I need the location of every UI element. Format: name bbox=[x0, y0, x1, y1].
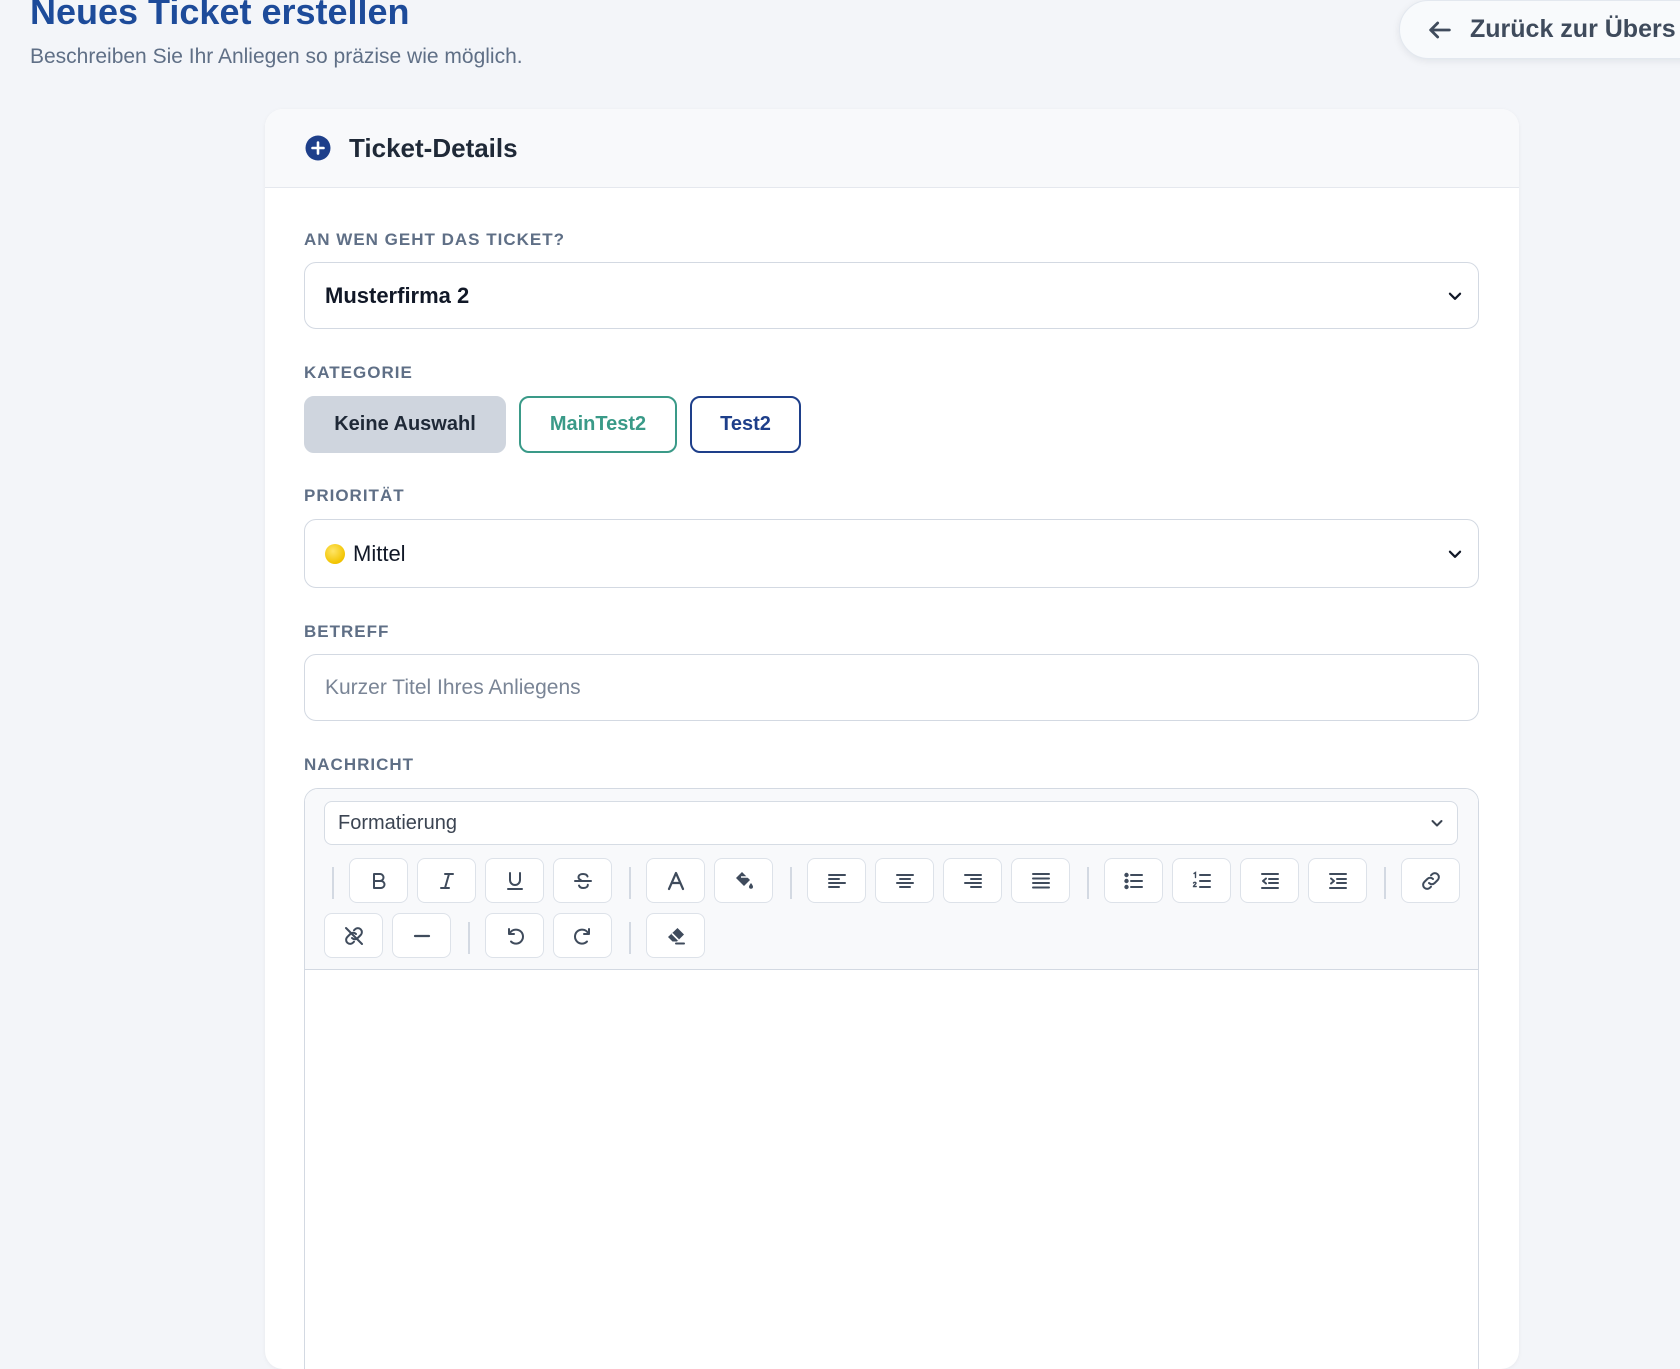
message-label: NACHRICHT bbox=[304, 755, 415, 774]
redo-icon bbox=[573, 927, 590, 945]
page-title: Neues Ticket erstellen bbox=[30, 0, 410, 32]
bullet-list-button[interactable] bbox=[1104, 858, 1163, 903]
align-center-button[interactable] bbox=[875, 858, 934, 903]
card-header: Ticket-Details bbox=[265, 109, 1519, 188]
back-to-overview-button[interactable]: Zurück zur Übers bbox=[1399, 0, 1680, 59]
category-option-test2[interactable]: Test2 bbox=[690, 396, 801, 453]
priority-value: Mittel bbox=[353, 540, 406, 566]
toolbar-separator bbox=[1087, 867, 1089, 899]
ticket-details-card: Ticket-Details AN WEN GEHT DAS TICKET? M… bbox=[265, 109, 1519, 1369]
subject-input[interactable] bbox=[304, 654, 1479, 721]
toolbar-separator bbox=[629, 867, 631, 899]
link-button[interactable] bbox=[1401, 858, 1460, 903]
message-body[interactable] bbox=[305, 970, 1478, 1369]
redo-button[interactable] bbox=[553, 913, 612, 958]
horizontal-rule-button[interactable] bbox=[392, 913, 451, 958]
chevron-down-icon bbox=[1448, 550, 1462, 558]
align-left-icon bbox=[827, 873, 846, 888]
align-right-icon bbox=[963, 873, 982, 888]
priority-dot-icon bbox=[325, 543, 345, 564]
toolbar-separator bbox=[332, 867, 334, 899]
link-icon bbox=[1421, 871, 1440, 890]
italic-icon bbox=[439, 872, 454, 889]
italic-button[interactable] bbox=[417, 858, 476, 903]
toolbar-separator bbox=[629, 922, 631, 954]
text-color-icon bbox=[667, 871, 684, 890]
numbered-list-icon bbox=[1192, 870, 1211, 888]
format-select[interactable]: Formatierung bbox=[324, 801, 1458, 845]
format-select-value: Formatierung bbox=[338, 811, 457, 834]
category-label: KATEGORIE bbox=[304, 363, 413, 382]
message-editor: Formatierung bbox=[304, 788, 1479, 1369]
indent-button[interactable] bbox=[1308, 858, 1367, 903]
align-left-button[interactable] bbox=[807, 858, 866, 903]
toolbar-separator bbox=[790, 867, 792, 899]
priority-select[interactable]: Mittel bbox=[304, 519, 1479, 588]
align-justify-icon bbox=[1031, 872, 1050, 888]
clear-format-icon bbox=[667, 927, 685, 944]
chevron-down-icon bbox=[1448, 292, 1462, 300]
editor-toolbar: Formatierung bbox=[305, 789, 1478, 970]
page-subtitle: Beschreiben Sie Ihr Anliegen so präzise … bbox=[30, 45, 523, 68]
unlink-icon bbox=[344, 926, 363, 945]
horizontal-rule-icon bbox=[413, 934, 430, 937]
undo-button[interactable] bbox=[485, 913, 544, 958]
underline-icon bbox=[506, 871, 523, 890]
back-button-label: Zurück zur Übers bbox=[1470, 15, 1676, 43]
unlink-button[interactable] bbox=[324, 913, 383, 958]
bold-icon bbox=[372, 872, 385, 889]
bold-button[interactable] bbox=[349, 858, 408, 903]
outdent-icon bbox=[1260, 872, 1279, 889]
toolbar-separator bbox=[1384, 867, 1386, 899]
chevron-down-icon bbox=[1431, 820, 1443, 827]
priority-label: PRIORITÄT bbox=[304, 486, 405, 505]
align-center-icon bbox=[895, 873, 914, 888]
undo-icon bbox=[507, 927, 524, 945]
background-color-button[interactable] bbox=[714, 858, 773, 903]
subject-label: BETREFF bbox=[304, 622, 390, 641]
recipient-label: AN WEN GEHT DAS TICKET? bbox=[304, 230, 565, 249]
toolbar-separator bbox=[468, 922, 470, 954]
category-option-none[interactable]: Keine Auswahl bbox=[304, 396, 506, 453]
align-right-button[interactable] bbox=[943, 858, 1002, 903]
background-color-icon bbox=[735, 871, 753, 889]
outdent-button[interactable] bbox=[1240, 858, 1299, 903]
recipient-select[interactable]: Musterfirma 2 bbox=[304, 262, 1479, 329]
align-justify-button[interactable] bbox=[1011, 858, 1070, 903]
plus-circle-icon bbox=[305, 135, 331, 161]
numbered-list-button[interactable] bbox=[1172, 858, 1231, 903]
bullet-list-icon bbox=[1123, 872, 1143, 889]
category-options: Keine Auswahl MainTest2 Test2 bbox=[304, 396, 801, 453]
category-option-maintest2[interactable]: MainTest2 bbox=[519, 396, 677, 453]
recipient-value: Musterfirma 2 bbox=[325, 282, 470, 308]
text-color-button[interactable] bbox=[646, 858, 705, 903]
card-title: Ticket-Details bbox=[349, 132, 518, 163]
clear-format-button[interactable] bbox=[646, 913, 705, 958]
strikethrough-button[interactable] bbox=[553, 858, 612, 903]
strikethrough-icon bbox=[573, 872, 592, 889]
indent-icon bbox=[1328, 872, 1347, 889]
arrow-left-icon bbox=[1424, 14, 1456, 46]
underline-button[interactable] bbox=[485, 858, 544, 903]
